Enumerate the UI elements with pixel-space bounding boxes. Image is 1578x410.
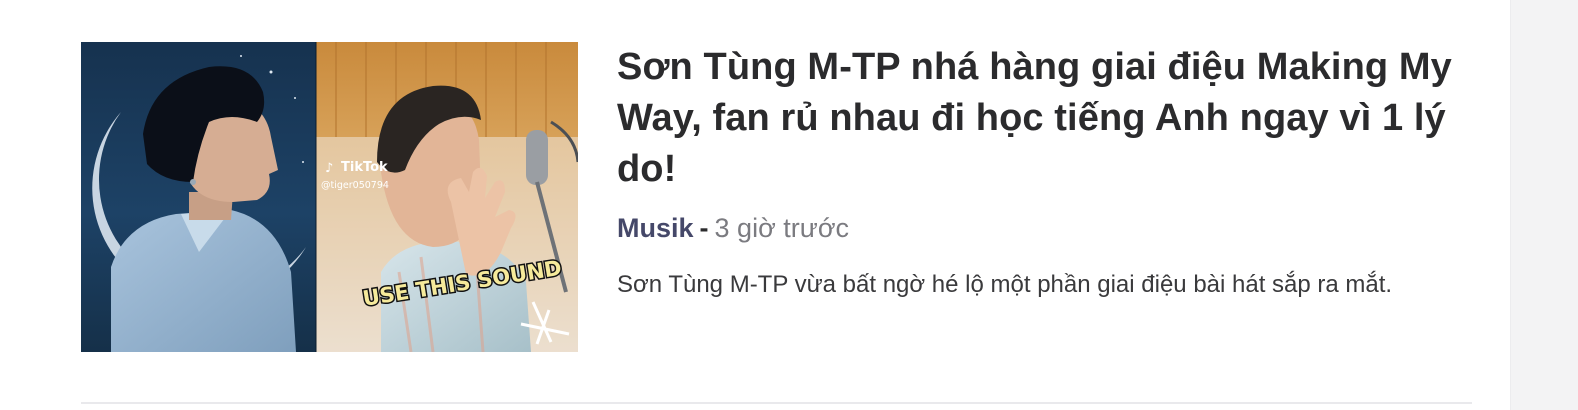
article-timestamp: 3 giờ trước <box>714 213 850 243</box>
page-scroll-gutter[interactable] <box>1510 0 1578 410</box>
page: ♪ TikTok @tiger050794 USE THIS SOUND Sơn… <box>0 0 1510 410</box>
tiktok-label: TikTok <box>341 160 388 175</box>
article-divider <box>81 402 1472 404</box>
tiktok-handle: @tiger050794 <box>321 180 389 191</box>
article-meta: Musik -3 giờ trước <box>617 211 1467 245</box>
meta-separator: - <box>699 213 709 243</box>
article-summary: Sơn Tùng M-TP vừa bất ngờ hé lộ một phần… <box>617 271 1393 298</box>
article-thumbnail[interactable]: ♪ TikTok @tiger050794 USE THIS SOUND <box>81 42 578 352</box>
article-title[interactable]: Sơn Tùng M-TP nhá hàng giai điệu Making … <box>617 42 1467 195</box>
article-card[interactable]: ♪ TikTok @tiger050794 USE THIS SOUND Sơn… <box>81 42 1472 402</box>
svg-text:♪: ♪ <box>325 161 333 176</box>
article-source-link[interactable]: Musik <box>617 213 694 243</box>
thumbnail-image: ♪ TikTok @tiger050794 USE THIS SOUND <box>81 42 578 352</box>
article-content: Sơn Tùng M-TP nhá hàng giai điệu Making … <box>617 42 1467 325</box>
